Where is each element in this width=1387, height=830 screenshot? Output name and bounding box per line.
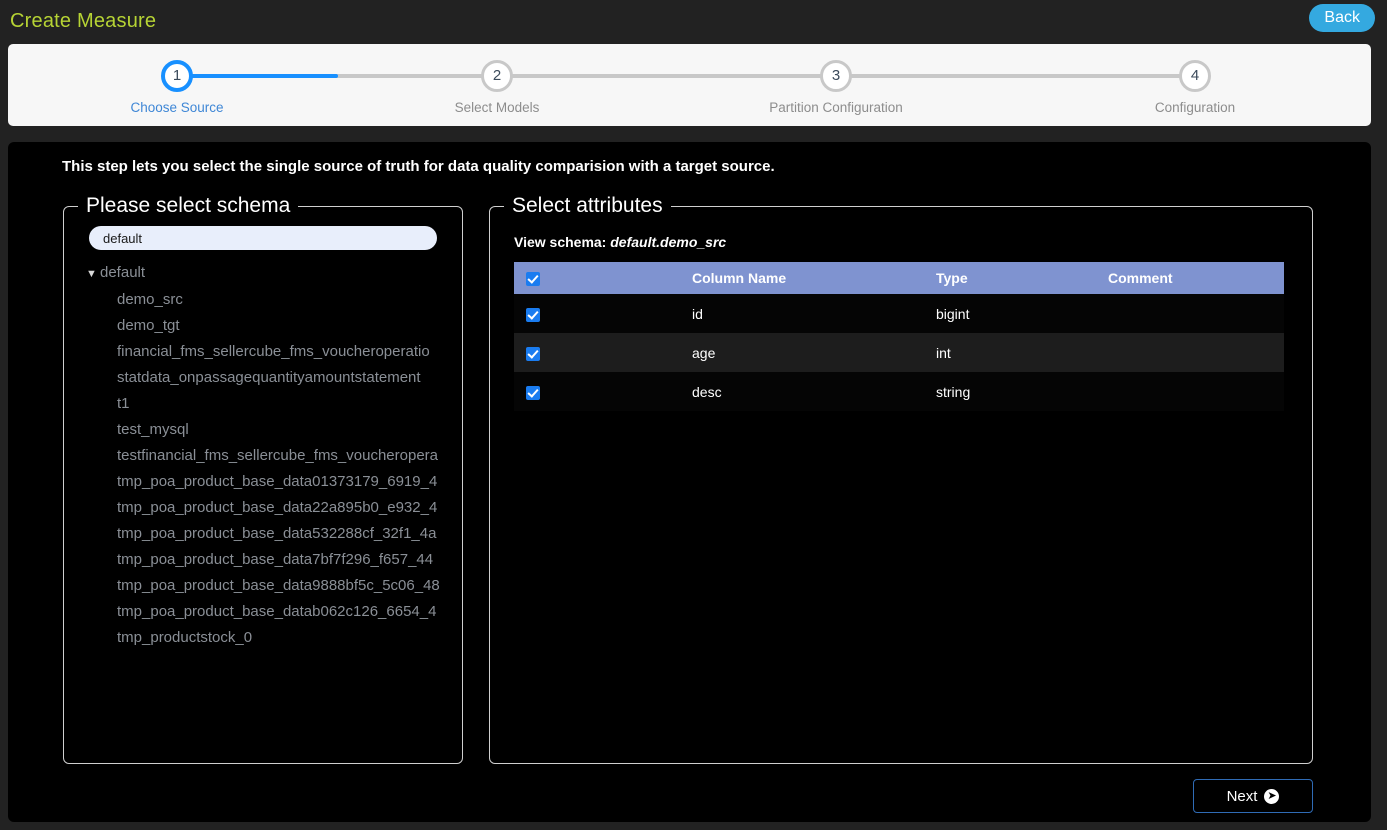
stepper-step-3-label: Partition Configuration	[769, 100, 903, 115]
schema-tree-item[interactable]: tmp_poa_product_base_data7bf7f296_f657_4…	[86, 547, 462, 573]
table-row[interactable]: desc string	[514, 372, 1284, 411]
row-checkbox[interactable]	[526, 307, 540, 322]
schema-tree-item[interactable]: tmp_poa_product_base_data9888bf5c_5c06_4…	[86, 573, 462, 599]
row-comment	[1108, 333, 1284, 372]
schema-tree-root[interactable]: ▼ default	[86, 260, 462, 287]
stepper-panel: 1 Choose Source 2 Select Models 3 Partit…	[8, 44, 1371, 126]
arrow-right-circle-icon: ➤	[1264, 788, 1280, 804]
schema-tree-item[interactable]: t1	[86, 391, 462, 417]
stepper: 1 Choose Source 2 Select Models 3 Partit…	[8, 44, 1371, 126]
stepper-step-2[interactable]: 2 Select Models	[417, 60, 577, 115]
back-button[interactable]: Back	[1309, 4, 1375, 32]
attributes-panel: Select attributes View schema: default.d…	[489, 194, 1313, 764]
row-type: string	[936, 372, 1108, 411]
stepper-step-3-number: 3	[820, 60, 852, 92]
stepper-step-1-number: 1	[161, 60, 193, 92]
schema-tree: ▼ default demo_src demo_tgt financial_fms…	[64, 260, 462, 651]
schema-tree-item[interactable]: test_mysql	[86, 417, 462, 443]
row-type: bigint	[936, 294, 1108, 333]
schema-tree-item[interactable]: demo_tgt	[86, 313, 462, 339]
schema-search-input[interactable]	[89, 226, 437, 250]
table-row[interactable]: id bigint	[514, 294, 1284, 333]
row-comment	[1108, 294, 1284, 333]
stepper-step-4[interactable]: 4 Configuration	[1115, 60, 1275, 115]
stepper-track-progress	[177, 74, 338, 78]
main-content-card: This step lets you select the single sou…	[8, 142, 1371, 822]
row-column-name: desc	[692, 372, 936, 411]
stepper-step-3[interactable]: 3 Partition Configuration	[756, 60, 916, 115]
schema-tree-item[interactable]: financial_fms_sellercube_fms_voucheroper…	[86, 339, 462, 365]
schema-tree-item[interactable]: tmp_poa_product_base_datab062c126_6654_4	[86, 599, 462, 625]
top-bar: Create Measure Back	[0, 0, 1387, 44]
stepper-step-2-label: Select Models	[454, 100, 540, 115]
chevron-down-icon[interactable]: ▼	[86, 261, 100, 287]
schema-tree-item[interactable]: tmp_poa_product_base_data01373179_6919_4	[86, 469, 462, 495]
row-checkbox-cell	[514, 333, 692, 372]
stepper-step-1[interactable]: 1 Choose Source	[97, 60, 257, 115]
stepper-step-4-label: Configuration	[1154, 100, 1236, 115]
schema-tree-item[interactable]: demo_src	[86, 287, 462, 313]
stepper-step-4-number: 4	[1179, 60, 1211, 92]
row-checkbox-cell	[514, 372, 692, 411]
row-checkbox[interactable]	[526, 346, 540, 361]
column-header-column-name[interactable]: Column Name	[692, 262, 936, 294]
schema-tree-item[interactable]: tmp_poa_product_base_data532288cf_32f1_4…	[86, 521, 462, 547]
schema-tree-item[interactable]: tmp_productstock_0	[86, 625, 462, 651]
schema-tree-item[interactable]: statdata_onpassagequantityamountstatemen…	[86, 365, 462, 391]
row-column-name: id	[692, 294, 936, 333]
next-button[interactable]: Next ➤	[1193, 779, 1313, 813]
row-checkbox[interactable]	[526, 385, 540, 400]
attributes-table: Column Name Type Comment id bigint age i…	[514, 262, 1284, 411]
column-header-type[interactable]: Type	[936, 262, 1108, 294]
view-schema-value: default.demo_src	[610, 234, 727, 250]
row-checkbox-cell	[514, 294, 692, 333]
row-type: int	[936, 333, 1108, 372]
row-comment	[1108, 372, 1284, 411]
view-schema-line: View schema: default.demo_src	[514, 234, 1312, 250]
view-schema-label: View schema:	[514, 234, 607, 250]
column-header-comment[interactable]: Comment	[1108, 262, 1284, 294]
table-row[interactable]: age int	[514, 333, 1284, 372]
stepper-step-1-label: Choose Source	[130, 100, 224, 115]
select-all-cell	[514, 262, 692, 294]
attributes-table-header-row: Column Name Type Comment	[514, 262, 1284, 294]
schema-tree-item[interactable]: testfinancial_fms_sellercube_fms_voucher…	[86, 443, 462, 469]
stepper-step-2-number: 2	[481, 60, 513, 92]
attributes-panel-legend: Select attributes	[512, 194, 663, 217]
schema-panel: Please select schema ▼default demo_src d…	[63, 194, 463, 764]
page-title: Create Measure	[10, 10, 157, 32]
next-button-label: Next	[1226, 787, 1258, 805]
schema-panel-legend: Please select schema	[86, 194, 291, 217]
select-all-checkbox[interactable]	[526, 272, 540, 287]
schema-tree-item[interactable]: tmp_poa_product_base_data22a895b0_e932_4	[86, 495, 462, 521]
step-instruction-text: This step lets you select the single sou…	[62, 158, 775, 175]
row-column-name: age	[692, 333, 936, 372]
schema-tree-root-label: default	[100, 264, 146, 281]
